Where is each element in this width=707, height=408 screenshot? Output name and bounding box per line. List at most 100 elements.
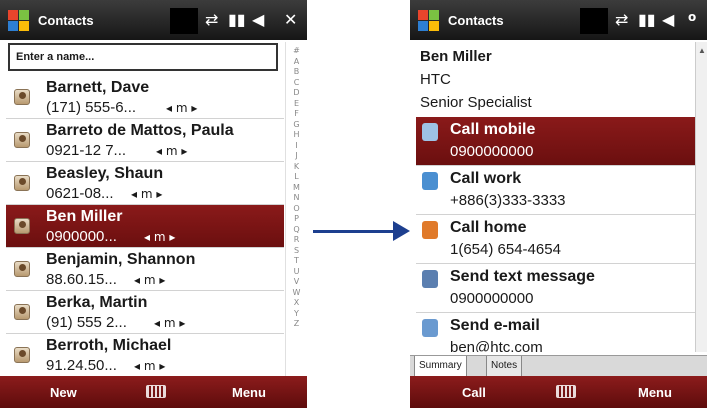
contact-card-icon: [14, 132, 30, 148]
title-bar: Contacts ⇄ ▮▮ ◀︎ o: [410, 0, 707, 40]
windows-start-icon[interactable]: [418, 10, 440, 32]
contact-row[interactable]: Barnett, Dave (171) 555-6... ◂ m ▸: [6, 76, 284, 119]
call-work-action[interactable]: Call work +886(3)333-3333: [416, 166, 696, 215]
alphabet-letter[interactable]: O: [286, 204, 307, 215]
connectivity-icon[interactable]: ⇄: [615, 10, 628, 29]
name-search-input[interactable]: Enter a name...: [8, 43, 278, 71]
contact-details-screen: Contacts ⇄ ▮▮ ◀︎ o Ben Miller HTC Senior…: [410, 0, 707, 408]
tab-summary[interactable]: Summary: [414, 356, 467, 377]
alphabet-letter[interactable]: N: [286, 193, 307, 204]
signal-strength-icon[interactable]: ▮▮: [638, 10, 656, 29]
alphabet-letter[interactable]: Y: [286, 309, 307, 320]
alphabet-letter[interactable]: D: [286, 88, 307, 99]
status-indicator-icon: [580, 8, 608, 34]
alphabet-letter[interactable]: Q: [286, 225, 307, 236]
contact-row[interactable]: Barreto de Mattos, Paula 0921-12 7... ◂ …: [6, 119, 284, 162]
action-label: Call work: [450, 170, 522, 187]
windows-start-icon[interactable]: [8, 10, 30, 32]
contact-name: Benjamin, Shannon: [46, 251, 196, 268]
contact-card-icon: [14, 175, 30, 191]
contact-number: 0621-08...: [46, 185, 114, 202]
contact-nav-arrows[interactable]: ◂ m ▸: [144, 230, 175, 244]
call-soft-key[interactable]: Call: [462, 385, 486, 400]
alphabet-letter[interactable]: G: [286, 120, 307, 131]
contact-row[interactable]: Beasley, Shaun 0621-08... ◂ m ▸: [6, 162, 284, 205]
new-soft-key[interactable]: New: [50, 385, 77, 400]
alphabet-letter[interactable]: P: [286, 214, 307, 225]
alphabet-letter[interactable]: J: [286, 151, 307, 162]
ok-button[interactable]: o: [688, 10, 696, 24]
scrollbar[interactable]: ▲: [695, 42, 707, 352]
alphabet-letter[interactable]: M: [286, 183, 307, 194]
menu-soft-key[interactable]: Menu: [232, 385, 266, 400]
alphabet-letter[interactable]: C: [286, 78, 307, 89]
tab-notes[interactable]: Notes: [486, 356, 523, 377]
alphabet-letter[interactable]: I: [286, 141, 307, 152]
contact-row[interactable]: Berka, Martin (91) 555 2... ◂ m ▸: [6, 291, 284, 334]
alphabet-letter[interactable]: V: [286, 277, 307, 288]
alphabet-letter[interactable]: R: [286, 235, 307, 246]
contact-nav-arrows[interactable]: ◂ m ▸: [134, 273, 165, 287]
contact-job-title: Senior Specialist: [420, 94, 532, 111]
contact-actions-list: Call mobile 0900000000 Call work +886(3)…: [416, 117, 696, 352]
alphabet-letter[interactable]: W: [286, 288, 307, 299]
soft-key-bar: New Menu: [0, 376, 307, 408]
contact-name: Ben Miller: [420, 48, 492, 65]
action-value: 0900000000: [450, 143, 534, 160]
send-text-action[interactable]: Send text message 0900000000: [416, 264, 696, 313]
contact-name: Barreto de Mattos, Paula: [46, 122, 234, 139]
alphabet-letters[interactable]: # A B C D E F G H I J K L M N O P Q R S T U V W X Y Z: [286, 46, 307, 330]
alphabet-letter[interactable]: X: [286, 298, 307, 309]
scroll-up-icon[interactable]: ▲: [698, 46, 706, 55]
contact-nav-arrows[interactable]: ◂ m ▸: [154, 316, 185, 330]
contact-list-screen: Contacts ⇄ ▮▮ ◀︎ ✕ Enter a name... Barne…: [0, 0, 307, 408]
alphabet-letter[interactable]: #: [286, 46, 307, 57]
alphabet-letter[interactable]: F: [286, 109, 307, 120]
contact-name: Ben Miller: [46, 208, 123, 225]
transition-arrow-icon: [393, 221, 410, 241]
alphabet-letter[interactable]: K: [286, 162, 307, 173]
action-label: Call home: [450, 219, 527, 236]
menu-soft-key[interactable]: Menu: [638, 385, 672, 400]
send-email-action[interactable]: Send e-mail ben@htc.com: [416, 313, 696, 352]
transition-arrow-line: [313, 230, 397, 233]
close-icon[interactable]: ✕: [284, 10, 297, 29]
alphabet-letter[interactable]: E: [286, 99, 307, 110]
connectivity-icon[interactable]: ⇄: [205, 10, 218, 29]
contact-card-icon: [14, 218, 30, 234]
contact-name: Berroth, Michael: [46, 337, 172, 354]
action-value: ben@htc.com: [450, 339, 543, 352]
alphabet-letter[interactable]: T: [286, 256, 307, 267]
contact-card-icon: [14, 304, 30, 320]
contact-row-selected[interactable]: Ben Miller 0900000... ◂ m ▸: [6, 205, 284, 248]
contact-row[interactable]: Benjamin, Shannon 88.60.15... ◂ m ▸: [6, 248, 284, 291]
alphabet-letter[interactable]: H: [286, 130, 307, 141]
alphabet-letter[interactable]: L: [286, 172, 307, 183]
contact-nav-arrows[interactable]: ◂ m ▸: [134, 359, 165, 373]
call-home-action[interactable]: Call home 1(654) 654-4654: [416, 215, 696, 264]
keyboard-icon[interactable]: [556, 385, 576, 398]
alphabet-letter[interactable]: U: [286, 267, 307, 278]
alphabet-letter[interactable]: S: [286, 246, 307, 257]
signal-strength-icon[interactable]: ▮▮: [228, 10, 246, 29]
alphabet-letter[interactable]: Z: [286, 319, 307, 330]
contact-nav-arrows[interactable]: ◂ m ▸: [156, 144, 187, 158]
contact-company: HTC: [420, 71, 451, 88]
alphabet-index[interactable]: # A B C D E F G H I J K L M N O P Q R S T U V W X Y Z: [285, 42, 307, 376]
contact-nav-arrows[interactable]: ◂ m ▸: [131, 187, 162, 201]
contact-row[interactable]: Berroth, Michael 91.24.50... ◂ m ▸: [6, 334, 284, 377]
status-indicator-icon: [170, 8, 198, 34]
contact-name: Beasley, Shaun: [46, 165, 164, 182]
contact-number: 0921-12 7...: [46, 142, 127, 159]
alphabet-letter[interactable]: B: [286, 67, 307, 78]
action-value: +886(3)333-3333: [450, 192, 566, 209]
app-title: Contacts: [448, 13, 504, 28]
soft-key-bar: Call Menu: [410, 376, 707, 408]
call-mobile-action[interactable]: Call mobile 0900000000: [416, 117, 696, 166]
volume-icon[interactable]: ◀︎: [662, 10, 674, 29]
contact-nav-arrows[interactable]: ◂ m ▸: [166, 101, 197, 115]
alphabet-letter[interactable]: A: [286, 57, 307, 68]
keyboard-icon[interactable]: [146, 385, 166, 398]
volume-icon[interactable]: ◀︎: [252, 10, 264, 29]
contact-card-icon: [14, 261, 30, 277]
